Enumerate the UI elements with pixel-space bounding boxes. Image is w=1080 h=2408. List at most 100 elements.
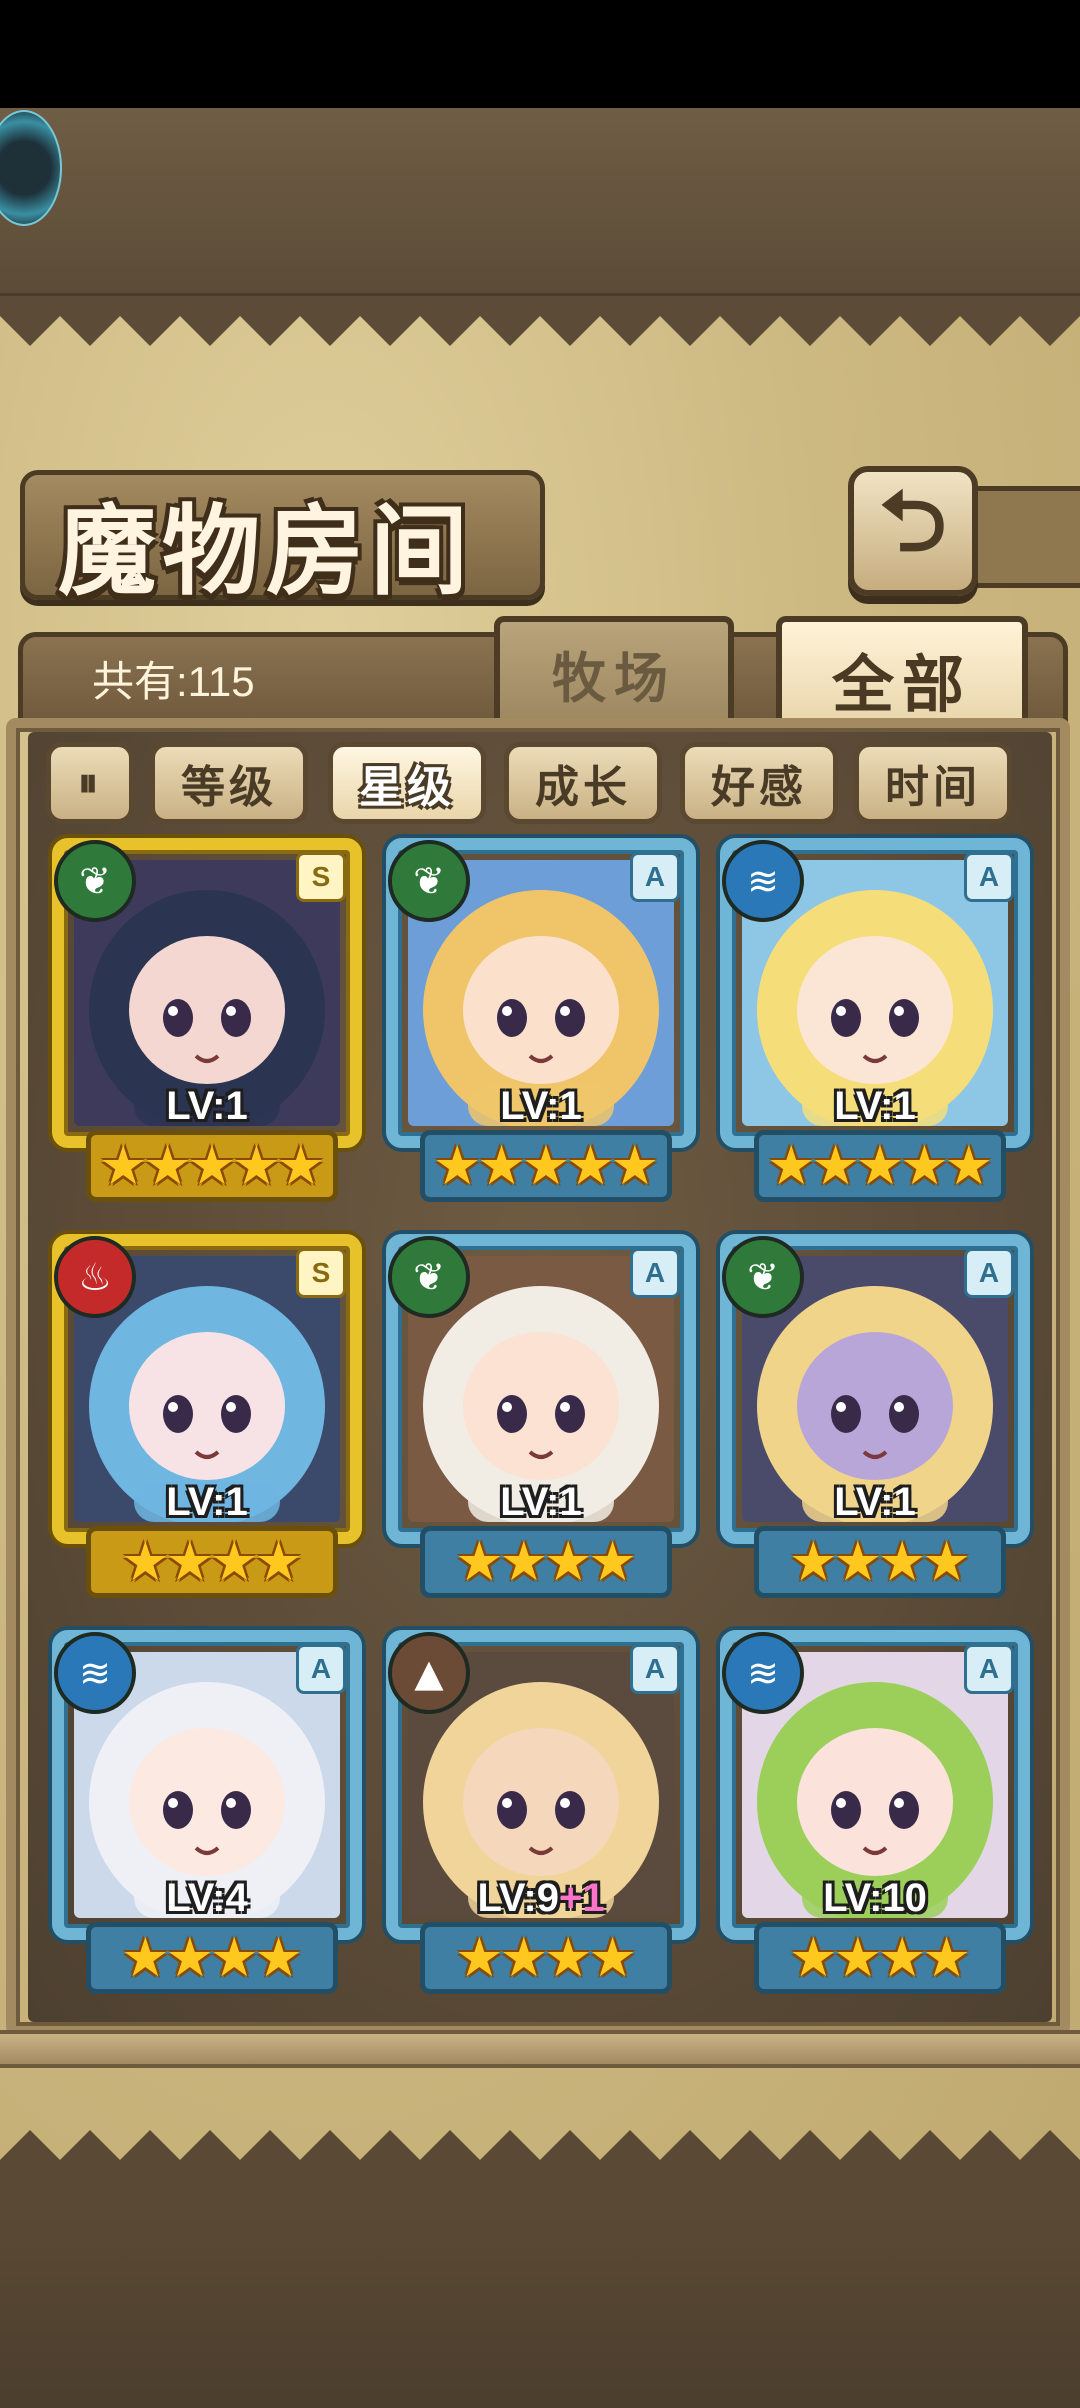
rank-badge: S (296, 1248, 346, 1298)
map-background-bottom (0, 2210, 1080, 2408)
star-icon: ★ (833, 1530, 882, 1593)
sort-order-button[interactable]: ⏸ (46, 742, 134, 824)
monster-card[interactable]: LV:4 ★ ★ ★ ★ ≋ A (52, 1630, 362, 1994)
rank-badge: A (964, 1248, 1014, 1298)
star-rating: ★ ★ ★ ★ ★ (754, 1130, 1006, 1202)
monster-level: LV:1 (386, 1084, 696, 1129)
star-icon: ★ (878, 1926, 927, 1989)
monster-card[interactable]: LV:1 ★ ★ ★ ★ ♨ S (52, 1234, 362, 1598)
monster-level: LV:4 (52, 1876, 362, 1921)
zigzag-edge-top (0, 296, 1080, 346)
monster-card[interactable]: LV:1 ★ ★ ★ ★ ★ ❦ A (386, 838, 696, 1202)
rank-badge: A (630, 1644, 680, 1694)
monster-card[interactable]: LV:9+1 ★ ★ ★ ★ ▲ A (386, 1630, 696, 1994)
star-rating: ★ ★ ★ ★ (420, 1526, 672, 1598)
back-button-rail (972, 486, 1080, 588)
rank-badge: A (630, 1248, 680, 1298)
star-rating: ★ ★ ★ ★ (754, 1526, 1006, 1598)
star-icon: ★ (143, 1134, 192, 1197)
rank-badge: A (630, 852, 680, 902)
level-text: LV:4 (166, 1876, 248, 1920)
level-text: LV:1 (834, 1480, 916, 1524)
star-icon: ★ (789, 1530, 838, 1593)
star-icon: ★ (878, 1530, 927, 1593)
star-icon: ★ (232, 1134, 281, 1197)
star-icon: ★ (944, 1134, 994, 1197)
star-icon: ★ (499, 1530, 548, 1593)
star-icon: ★ (477, 1134, 526, 1197)
star-icon: ★ (98, 1134, 148, 1197)
level-text: LV:1 (500, 1084, 582, 1128)
star-icon: ★ (544, 1926, 593, 1989)
level-text: LV:1 (834, 1084, 916, 1128)
star-icon: ★ (121, 1530, 170, 1593)
star-icon: ★ (811, 1134, 860, 1197)
monster-card[interactable]: LV:1 ★ ★ ★ ★ ★ ❦ S (52, 838, 362, 1202)
star-icon: ★ (455, 1530, 504, 1593)
star-icon: ★ (566, 1134, 615, 1197)
monster-level: LV:1 (720, 1084, 1030, 1129)
leaf-icon: ❦ (388, 1236, 470, 1318)
star-icon: ★ (210, 1926, 259, 1989)
fire-icon: ♨ (54, 1236, 136, 1318)
filter-affection[interactable]: 好感 (680, 742, 838, 824)
star-icon: ★ (187, 1134, 237, 1197)
monster-level: LV:1 (720, 1480, 1030, 1525)
leaf-icon: ❦ (722, 1236, 804, 1318)
earth-icon: ▲ (388, 1632, 470, 1714)
return-arrow-icon: ⮌ (879, 471, 947, 570)
water-icon: ≋ (722, 840, 804, 922)
star-icon: ★ (766, 1134, 816, 1197)
star-icon: ★ (900, 1134, 949, 1197)
star-icon: ★ (121, 1926, 170, 1989)
star-icon: ★ (254, 1530, 303, 1593)
sort-toggle-icon: ⏸ (78, 760, 102, 806)
back-button[interactable]: ⮌ (848, 466, 978, 596)
star-icon: ★ (922, 1926, 971, 1989)
level-text: LV:1 (500, 1480, 582, 1524)
leaf-icon: ❦ (54, 840, 136, 922)
water-icon: ≋ (722, 1632, 804, 1714)
monster-card[interactable]: LV:10 ★ ★ ★ ★ ≋ A (720, 1630, 1030, 1994)
zigzag-edge-bottom (0, 2130, 1080, 2210)
level-text: LV:1 (166, 1480, 248, 1524)
star-icon: ★ (165, 1926, 214, 1989)
filter-level[interactable]: 等级 (150, 742, 308, 824)
star-icon: ★ (610, 1134, 660, 1197)
rank-badge: A (964, 1644, 1014, 1694)
monster-card[interactable]: LV:1 ★ ★ ★ ★ ❦ A (720, 1234, 1030, 1598)
filter-growth[interactable]: 成长 (504, 742, 662, 824)
monster-level: LV:10 (720, 1876, 1030, 1921)
monster-level: LV:9+1 (386, 1876, 696, 1921)
monster-count: 共有:115 (92, 658, 255, 705)
level-text: LV:9 (477, 1876, 559, 1920)
star-icon: ★ (588, 1530, 637, 1593)
star-icon: ★ (165, 1530, 214, 1593)
star-icon: ★ (855, 1134, 905, 1197)
monster-level: LV:1 (52, 1480, 362, 1525)
page-title: 魔物房间 (58, 494, 475, 609)
monster-level: LV:1 (386, 1480, 696, 1525)
level-text: LV:10 (823, 1876, 927, 1920)
star-rating: ★ ★ ★ ★ (86, 1526, 338, 1598)
star-icon: ★ (432, 1134, 482, 1197)
star-icon: ★ (588, 1926, 637, 1989)
map-background-top (0, 108, 1080, 297)
monster-card[interactable]: LV:1 ★ ★ ★ ★ ★ ≋ A (720, 838, 1030, 1202)
filter-stars[interactable]: 星级 (328, 742, 486, 824)
star-icon: ★ (833, 1926, 882, 1989)
rank-badge: A (296, 1644, 346, 1694)
star-icon: ★ (455, 1926, 504, 1989)
sort-filter-bar: ⏸ 等级 星级 成长 好感 时间 (46, 742, 1046, 826)
star-icon: ★ (254, 1926, 303, 1989)
tab-ranch[interactable]: 牧场 (494, 616, 734, 724)
monster-level: LV:1 (52, 1084, 362, 1129)
star-icon: ★ (210, 1530, 259, 1593)
star-icon: ★ (521, 1134, 571, 1197)
rank-badge: A (964, 852, 1014, 902)
status-bar (0, 0, 1080, 108)
monster-card[interactable]: LV:1 ★ ★ ★ ★ ❦ A (386, 1234, 696, 1598)
filter-time[interactable]: 时间 (854, 742, 1012, 824)
star-icon: ★ (544, 1530, 593, 1593)
star-rating: ★ ★ ★ ★ ★ (420, 1130, 672, 1202)
